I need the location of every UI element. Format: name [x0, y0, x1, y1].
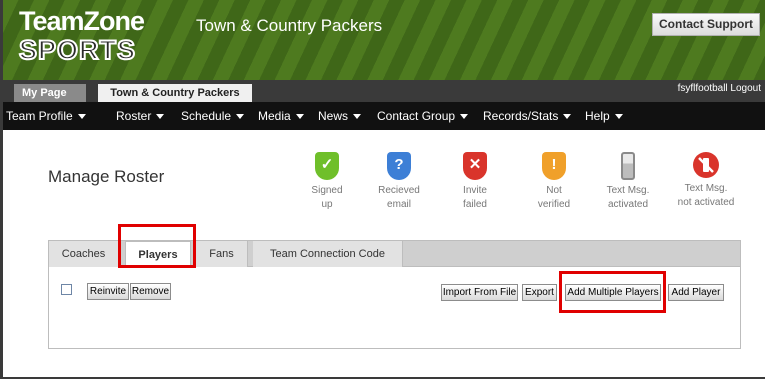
- legend-label: failed: [463, 199, 487, 210]
- nav-label: Contact Group: [377, 109, 456, 123]
- nav-records-stats[interactable]: Records/Stats: [483, 109, 572, 123]
- no-phone-icon: [693, 152, 719, 178]
- tab-team-connection-code[interactable]: Team Connection Code: [253, 241, 403, 267]
- chevron-down-icon: [77, 114, 86, 120]
- legend-label: Text Msg.: [684, 183, 728, 194]
- remove-button[interactable]: Remove: [130, 283, 171, 300]
- legend-label: verified: [537, 199, 571, 210]
- shield-check-icon: ✓: [315, 152, 339, 180]
- legend-text-not-activated: Text Msg. not activated: [667, 152, 745, 210]
- legend-not-verified: ! Not verified: [526, 152, 582, 212]
- chevron-down-icon: [353, 114, 362, 120]
- contact-support-button[interactable]: Contact Support: [652, 13, 760, 36]
- chevron-down-icon: [156, 114, 165, 120]
- legend-received-email: ? Recieved email: [370, 152, 428, 212]
- legend-label: Signed: [311, 185, 343, 196]
- top-tab-bar: My Page Town & Country Packers fsyflfoot…: [3, 80, 765, 102]
- legend-label: Not: [546, 185, 562, 196]
- import-from-file-button[interactable]: Import From File: [441, 284, 518, 301]
- legend-label: Text Msg.: [606, 185, 650, 196]
- main-nav: Team Profile Roster Schedule Media News …: [3, 102, 765, 130]
- logo-sports[interactable]: SPORTS: [18, 34, 136, 66]
- export-button[interactable]: Export: [522, 284, 557, 301]
- phone-icon: [621, 152, 635, 180]
- add-player-button[interactable]: Add Player: [668, 284, 724, 301]
- nav-label: Team Profile: [6, 109, 73, 123]
- legend-label: Invite: [463, 185, 487, 196]
- legend-label: not activated: [677, 197, 735, 208]
- nav-roster[interactable]: Roster: [116, 109, 165, 123]
- shield-x-icon: ✕: [463, 152, 487, 180]
- nav-team-profile[interactable]: Team Profile: [6, 109, 86, 123]
- nav-label: Records/Stats: [483, 109, 559, 123]
- legend-label: up: [321, 199, 333, 210]
- nav-label: Roster: [116, 109, 152, 123]
- nav-contact-group[interactable]: Contact Group: [377, 109, 469, 123]
- legend-signed-up: ✓ Signed up: [302, 152, 352, 212]
- nav-label: Media: [258, 109, 291, 123]
- chevron-down-icon: [563, 114, 572, 120]
- chevron-down-icon: [460, 114, 469, 120]
- legend-label: activated: [607, 199, 649, 210]
- legend-invite-failed: ✕ Invite failed: [447, 152, 503, 212]
- nav-label: Schedule: [181, 109, 232, 123]
- page-frame: TeamZone SPORTS Town & Country Packers C…: [0, 0, 765, 379]
- nav-label: Help: [585, 109, 610, 123]
- chevron-down-icon: [614, 114, 623, 120]
- tab-team-page[interactable]: Town & Country Packers: [98, 84, 252, 102]
- page-title: Manage Roster: [48, 167, 165, 186]
- legend-label: Recieved: [378, 185, 420, 196]
- legend-text-activated: Text Msg. activated: [597, 152, 659, 212]
- tab-coaches[interactable]: Coaches: [49, 241, 119, 267]
- legend-label: email: [387, 199, 411, 210]
- chevron-down-icon: [295, 114, 304, 120]
- chevron-down-icon: [236, 114, 245, 120]
- shield-question-icon: ?: [387, 152, 411, 180]
- highlight-box: [559, 271, 666, 313]
- nav-label: News: [318, 109, 349, 123]
- user-logout-link[interactable]: fsyflfootball Logout: [678, 83, 761, 94]
- org-title: Town & Country Packers: [196, 16, 383, 35]
- site-header: TeamZone SPORTS Town & Country Packers C…: [3, 0, 765, 80]
- nav-help[interactable]: Help: [585, 109, 623, 123]
- reinvite-button[interactable]: Reinvite: [87, 283, 129, 300]
- select-all-checkbox[interactable]: [61, 284, 72, 295]
- tab-my-page[interactable]: My Page: [14, 84, 86, 102]
- nav-media[interactable]: Media: [258, 109, 304, 123]
- shield-exclamation-icon: !: [542, 152, 566, 180]
- nav-news[interactable]: News: [318, 109, 362, 123]
- highlight-box: [118, 224, 196, 268]
- nav-schedule[interactable]: Schedule: [181, 109, 245, 123]
- logo-teamzone[interactable]: TeamZone: [19, 6, 145, 37]
- tab-fans[interactable]: Fans: [196, 241, 248, 267]
